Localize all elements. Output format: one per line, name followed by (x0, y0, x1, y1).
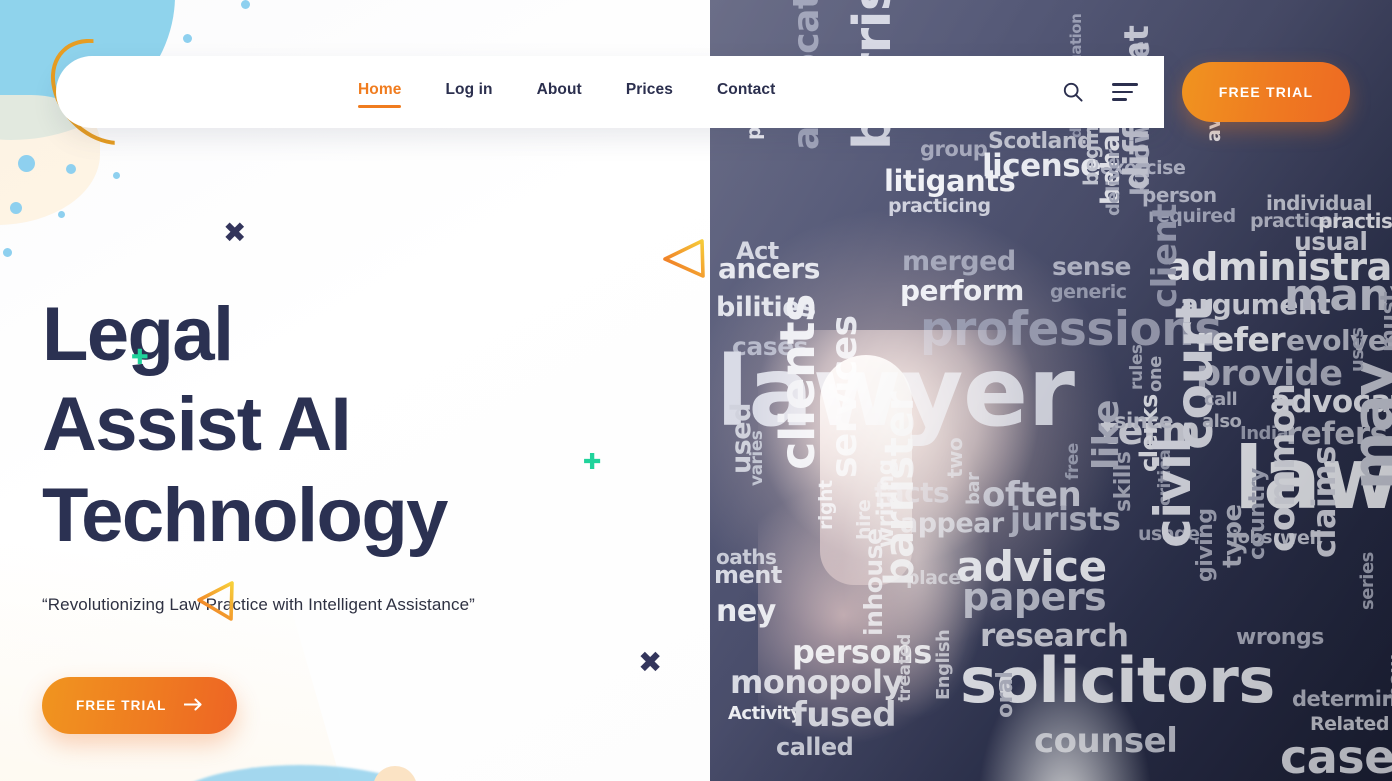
page-title: Legal Assist AI Technology (42, 290, 682, 561)
word-cloud-word: varies (747, 430, 767, 486)
word-cloud-word: called (776, 733, 854, 761)
nav-link-about[interactable]: About (537, 81, 582, 103)
nav-link-contact[interactable]: Contact (717, 81, 775, 103)
word-cloud-word: free (1063, 443, 1083, 480)
blue-dot (66, 164, 76, 174)
word-cloud-word: right (815, 480, 837, 530)
word-cloud-word: inhouse (859, 528, 888, 636)
nav-link-login[interactable]: Log in (445, 81, 492, 103)
hero-free-trial-button[interactable]: FREE TRIAL (42, 677, 237, 735)
word-cloud-word: Activity (728, 703, 802, 724)
word-cloud-word: deliver (1103, 149, 1124, 216)
word-cloud-word: uses (1347, 327, 1368, 372)
word-cloud-word: English (933, 629, 954, 700)
blue-dot (58, 211, 65, 218)
peach-circle-decoration (373, 766, 417, 781)
blue-dot (10, 202, 22, 214)
word-cloud-word: person (1142, 183, 1217, 207)
nav-free-trial-button[interactable]: FREE TRIAL (1182, 62, 1350, 122)
main-navigation-bar: Home Log in About Prices Contact (56, 56, 1164, 128)
word-cloud-word: skills (1111, 451, 1136, 512)
nav-link-prices[interactable]: Prices (626, 81, 673, 103)
word-cloud-word: determine (1292, 687, 1392, 711)
hero-subtitle: “Revolutionizing Law Practice with Intel… (42, 595, 475, 615)
hero-title-line-3: Technology (42, 472, 448, 558)
word-cloud-word: client (1145, 204, 1185, 308)
word-cloud-word: group (920, 137, 988, 161)
word-cloud-word: treated (895, 634, 915, 702)
word-cloud-word: one (1145, 356, 1166, 392)
hero-landing-page: privateadvocatesbarristergroupScotlandli… (0, 0, 1392, 781)
word-cloud-word: oral (993, 671, 1018, 718)
word-cloud-word: type (1218, 504, 1248, 568)
word-cloud-word: bar (963, 472, 984, 505)
blue-dot (113, 172, 120, 179)
hero-title-line-1: Legal (42, 292, 234, 377)
word-cloud-word: clients (770, 293, 826, 470)
nav-link-list: Home Log in About Prices Contact (358, 81, 775, 108)
word-cloud-word: merged (902, 246, 1016, 277)
word-cloud-word: ney (716, 594, 776, 629)
word-cloud-word: series (1357, 552, 1378, 610)
word-cloud-word: country (1245, 468, 1270, 560)
word-cloud-word: papers (962, 575, 1107, 619)
word-cloud-word: must (1377, 291, 1392, 352)
word-cloud-word: generic (1050, 281, 1127, 303)
word-cloud-word: two (943, 437, 967, 478)
word-cloud-word: giving (1193, 508, 1218, 582)
search-icon[interactable] (1060, 79, 1086, 105)
word-cloud-word: how (1383, 655, 1392, 700)
word-cloud-word: practicing (888, 195, 991, 217)
blue-dot (183, 34, 192, 43)
arrow-right-icon (183, 698, 203, 714)
word-cloud-word: ment (714, 561, 782, 589)
word-cloud-word: litigants (884, 164, 1016, 198)
word-cloud-word: services (824, 315, 865, 478)
word-cloud-word: jurists (1010, 500, 1121, 538)
hero-content: Legal Assist AI Technology “Revolutioniz… (42, 290, 682, 735)
word-cloud-word: counsel (1034, 721, 1178, 761)
word-cloud-word: ancers (718, 252, 820, 285)
word-cloud-word: case (1280, 730, 1392, 781)
word-cloud-word: may (1341, 360, 1392, 490)
word-cloud-word: sense (1052, 252, 1131, 281)
hero-title-line-2: Assist AI (42, 382, 352, 468)
nav-tools (1060, 79, 1164, 105)
word-cloud-word: rules (1127, 344, 1147, 390)
word-cloud-word: also (1202, 411, 1242, 432)
hero-free-trial-label: FREE TRIAL (76, 698, 167, 714)
word-cloud-word: call (1204, 389, 1238, 410)
blue-dot (241, 0, 250, 9)
word-cloud-word: since (1114, 409, 1173, 433)
word-cloud-word: perform (900, 274, 1024, 307)
word-cloud-word: monopoly (730, 663, 903, 701)
word-cloud-word: claims (1305, 446, 1343, 558)
blue-dot (3, 248, 12, 257)
hamburger-menu-icon[interactable] (1112, 83, 1138, 101)
word-cloud-word: common (1262, 383, 1303, 552)
word-cloud-word: fused (792, 695, 897, 735)
word-cloud-word: many (1284, 270, 1392, 321)
blue-dot (18, 155, 35, 172)
word-cloud-word: civil (1144, 436, 1202, 548)
nav-link-home[interactable]: Home (358, 81, 402, 108)
